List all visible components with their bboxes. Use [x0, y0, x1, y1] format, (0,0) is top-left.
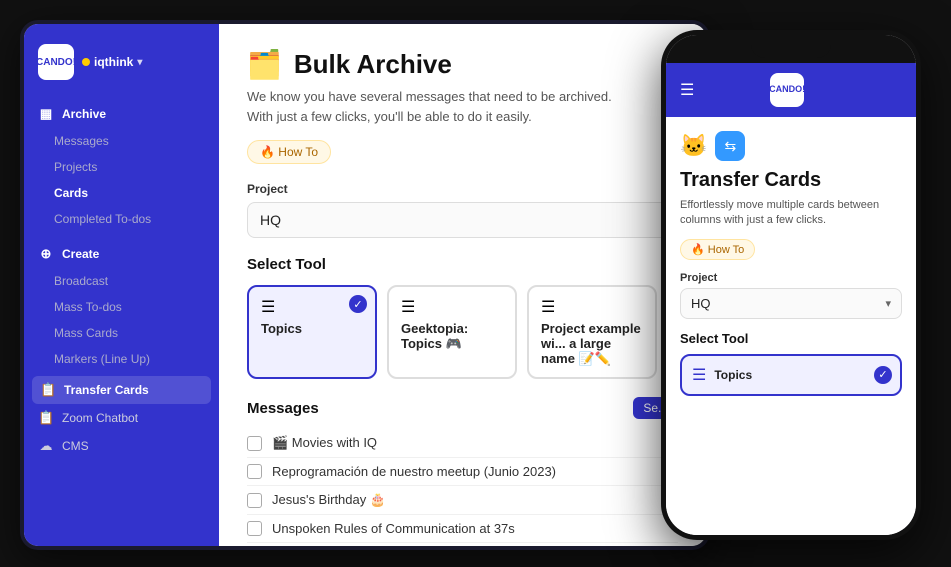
transfer-icon: 📋 — [40, 382, 56, 398]
plus-icon: ⊕ — [38, 246, 54, 262]
phone-menu-icon[interactable]: ☰ — [680, 80, 694, 100]
phone-header: ☰ CAN DO! — [666, 63, 916, 117]
tool-card-project-example[interactable]: ☰ Project example wi... a large name 📝✏️ — [527, 285, 657, 379]
phone-page-emoji: 🐱 — [680, 133, 707, 159]
message-checkbox-2[interactable] — [247, 464, 262, 479]
sidebar-item-projects[interactable]: Projects — [24, 154, 219, 180]
sidebar-item-mass-todos[interactable]: Mass To-dos — [24, 294, 219, 320]
tool-icon-topics: ☰ — [261, 297, 363, 317]
phone-how-to-badge[interactable]: 🔥 How To — [680, 239, 755, 260]
page-title: Bulk Archive — [294, 49, 452, 80]
sidebar-item-messages[interactable]: Messages — [24, 128, 219, 154]
sidebar: CAN DO! iqthink ▾ ▦ Archive Me — [24, 24, 219, 546]
sidebar-item-completed-todos[interactable]: Completed To-dos — [24, 206, 219, 232]
phone-select-tool-title: Select Tool — [680, 331, 902, 346]
archive-section: ▦ Archive Messages Projects Cards Comple… — [24, 96, 219, 236]
main-content: 🗂️ Bulk Archive We know you have several… — [219, 24, 706, 546]
logo-box: CAN DO! — [38, 44, 74, 80]
phone-body: 🐱 ⇆ Transfer Cards Effortlessly move mul… — [666, 117, 916, 535]
sidebar-item-broadcast[interactable]: Broadcast — [24, 268, 219, 294]
page-header: 🗂️ Bulk Archive — [247, 48, 678, 81]
sidebar-item-cms[interactable]: ☁ CMS — [24, 432, 219, 460]
message-item-5: 🎉Birthday Backgrounds — [247, 543, 678, 546]
phone-card-header: 🐱 ⇆ — [680, 131, 902, 161]
message-checkbox-3[interactable] — [247, 493, 262, 508]
phone-page-subtitle: Effortlessly move multiple cards between… — [680, 198, 902, 229]
tool-name-geektopia: Geektopia: Topics 🎮 — [401, 321, 503, 352]
message-item-3: Jesus's Birthday 🎂 — [247, 486, 678, 515]
message-checkbox-1[interactable] — [247, 436, 262, 451]
phone-tool-icon: ☰ — [692, 365, 706, 385]
phone-notch — [751, 40, 831, 58]
message-item-1: 🎬 Movies with IQ — [247, 429, 678, 458]
phone-tool-check-icon: ✓ — [874, 366, 892, 384]
phone-logo-box: CAN DO! — [770, 73, 804, 107]
page-icon: 🗂️ — [247, 48, 282, 81]
phone-project-label: Project — [680, 272, 902, 284]
messages-section: Messages Se... 🎬 Movies with IQ Reprogra… — [247, 397, 678, 546]
project-input[interactable] — [247, 202, 678, 238]
sidebar-item-archive[interactable]: ▦ Archive — [24, 100, 219, 128]
phone-inner: ☰ CAN DO! 🐱 ⇆ Transfer Cards Effortlessl… — [666, 35, 916, 535]
phone-transfer-icon: ⇆ — [715, 131, 745, 161]
cms-icon: ☁ — [38, 438, 54, 454]
page-subtitle: We know you have several messages that n… — [247, 87, 678, 126]
sidebar-item-transfer-cards[interactable]: 📋 Transfer Cards — [32, 376, 211, 404]
tool-name-topics: Topics — [261, 321, 363, 336]
scene: CAN DO! iqthink ▾ ▦ Archive Me — [0, 0, 951, 567]
chevron-down-icon: ▾ — [137, 57, 142, 68]
message-item-4: Unspoken Rules of Communication at 37s — [247, 515, 678, 543]
phone-tool-name: Topics — [714, 368, 752, 382]
tool-name-project-example: Project example wi... a large name 📝✏️ — [541, 321, 643, 367]
project-label: Project — [247, 182, 678, 196]
tool-card-geektopia[interactable]: ☰ Geektopia: Topics 🎮 — [387, 285, 517, 379]
create-section: ⊕ Create Broadcast Mass To-dos Mass Card… — [24, 236, 219, 376]
phone-select-chevron-icon: ▾ — [885, 297, 891, 310]
sidebar-item-cards[interactable]: Cards — [24, 180, 219, 206]
messages-header: Messages Se... — [247, 397, 678, 419]
how-to-badge[interactable]: 🔥 How To — [247, 140, 331, 164]
tool-icon-project-example: ☰ — [541, 297, 643, 317]
select-tool-title: Select Tool — [247, 256, 678, 273]
message-checkbox-4[interactable] — [247, 521, 262, 536]
archive-icon: ▦ — [38, 106, 54, 122]
sidebar-item-create[interactable]: ⊕ Create — [24, 240, 219, 268]
tablet: CAN DO! iqthink ▾ ▦ Archive Me — [20, 20, 710, 550]
sidebar-logo: CAN DO! iqthink ▾ — [24, 36, 219, 96]
message-item-2: Reprogramación de nuestro meetup (Junio … — [247, 458, 678, 486]
sidebar-item-zoom-chatbot[interactable]: 📋 Zoom Chatbot — [24, 404, 219, 432]
tool-card-topics[interactable]: ✓ ☰ Topics — [247, 285, 377, 379]
phone-project-select[interactable]: HQ ▾ — [680, 288, 902, 319]
tool-icon-geektopia: ☰ — [401, 297, 503, 317]
phone-tool-card[interactable]: ☰ Topics ✓ — [680, 354, 902, 396]
messages-title: Messages — [247, 400, 319, 417]
zoom-icon: 📋 — [38, 410, 54, 426]
phone: ☰ CAN DO! 🐱 ⇆ Transfer Cards Effortlessl… — [661, 30, 921, 540]
sidebar-item-mass-cards[interactable]: Mass Cards — [24, 320, 219, 346]
phone-notch-bar — [666, 35, 916, 63]
tool-check-icon: ✓ — [349, 295, 367, 313]
sidebar-item-markers[interactable]: Markers (Line Up) — [24, 346, 219, 372]
user-info[interactable]: iqthink ▾ — [82, 55, 142, 69]
phone-page-title: Transfer Cards — [680, 169, 902, 192]
tool-cards: ✓ ☰ Topics ☰ Geektopia: Topics 🎮 ☰ Proje… — [247, 285, 678, 379]
user-dot — [82, 58, 90, 66]
